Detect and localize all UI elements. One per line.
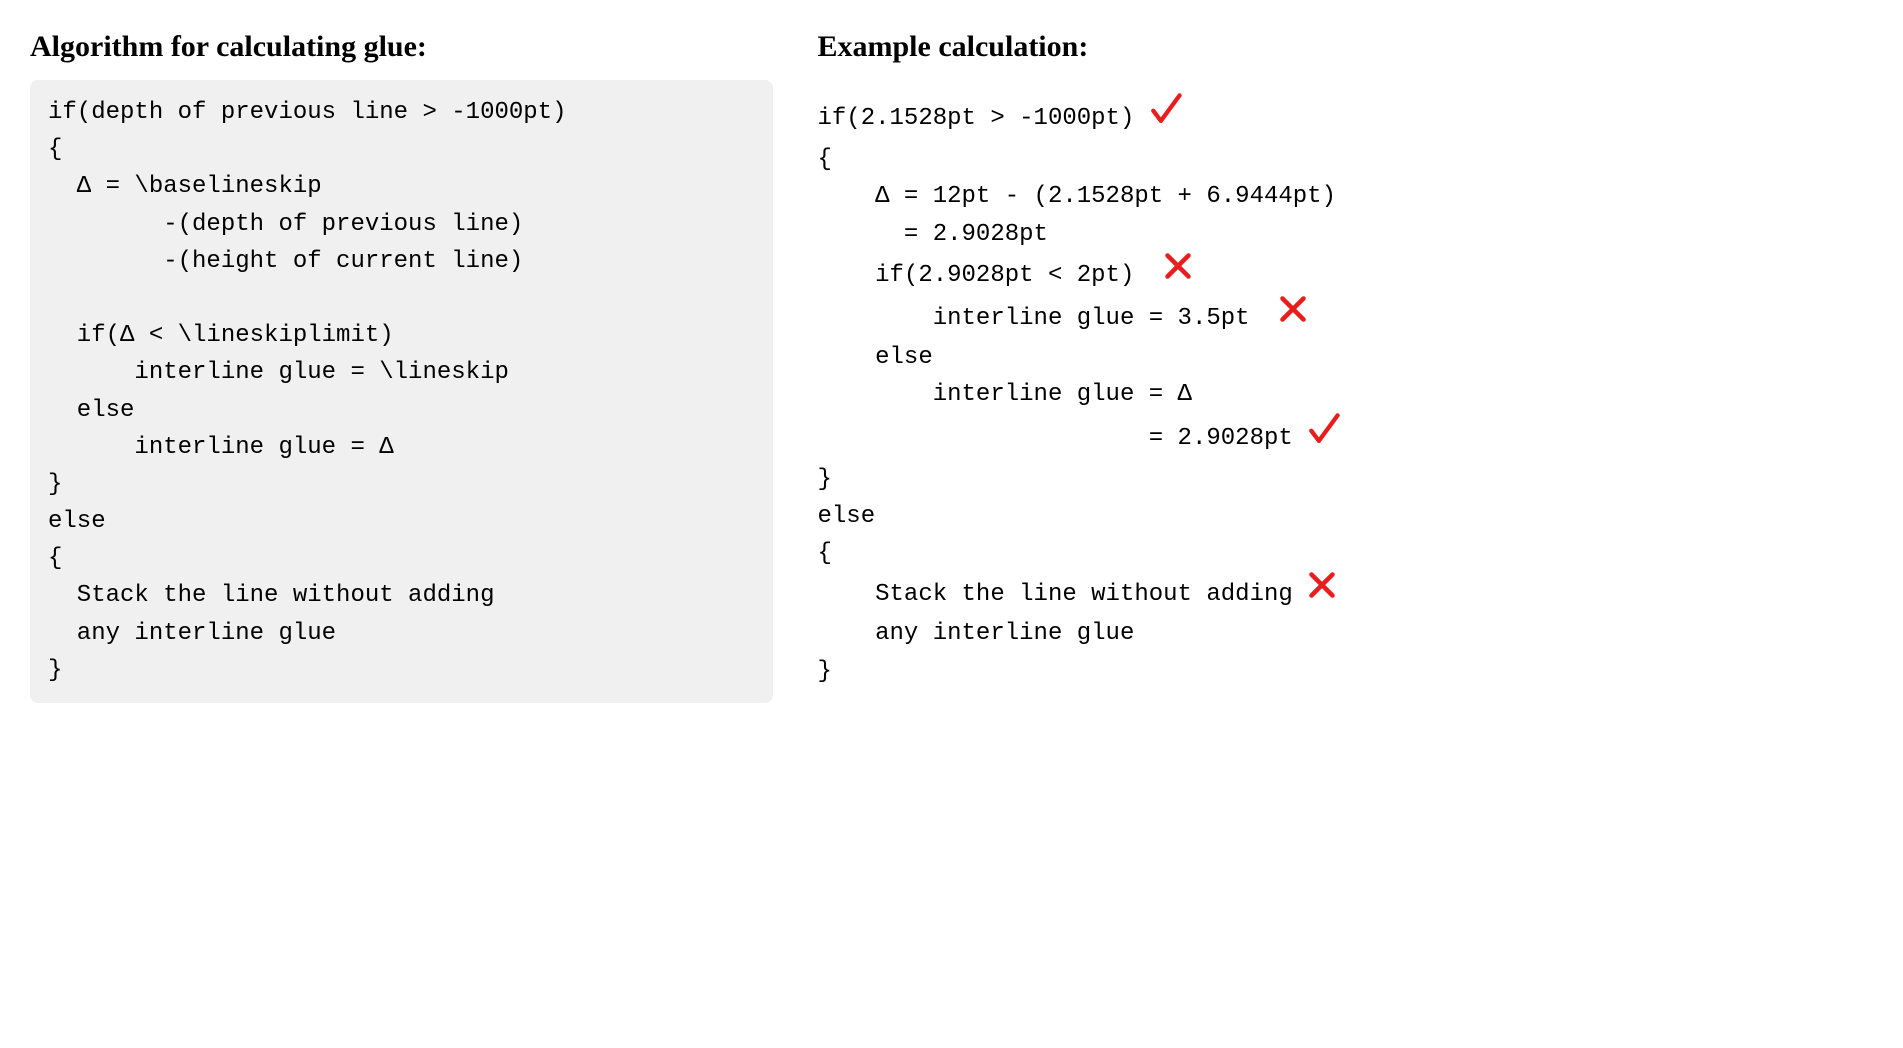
code-line: interline glue = 3.5pt (818, 305, 1279, 332)
code-line: else (48, 508, 106, 535)
left-column: Algorithm for calculating glue: if(depth… (30, 30, 773, 704)
check-icon (1307, 412, 1341, 459)
example-code: if(2.1528pt > -1000pt) { Δ = 12pt - (2.1… (818, 94, 1561, 690)
code-line: if(Δ < \lineskiplimit) (48, 322, 394, 349)
code-line: } (48, 471, 62, 498)
code-line: { (48, 545, 62, 572)
check-icon (1149, 92, 1183, 139)
code-line: interline glue = \lineskip (48, 359, 509, 386)
code-line: else (818, 503, 876, 530)
code-line: { (818, 540, 832, 567)
code-line: { (818, 146, 832, 173)
code-line: = 2.9028pt (818, 424, 1308, 451)
code-line: = 2.9028pt (818, 221, 1048, 248)
code-line: -(height of current line) (48, 248, 523, 275)
cross-icon (1278, 294, 1308, 337)
right-column: Example calculation: if(2.1528pt > -1000… (818, 30, 1561, 704)
code-line: Δ = \baselineskip (48, 173, 322, 200)
right-heading: Example calculation: (818, 30, 1561, 64)
cross-icon (1307, 570, 1337, 613)
code-line: } (48, 657, 62, 684)
code-line: Stack the line without adding (818, 581, 1308, 608)
left-heading: Algorithm for calculating glue: (30, 30, 773, 64)
code-line: interline glue = Δ (48, 434, 394, 461)
page: Algorithm for calculating glue: if(depth… (0, 0, 1590, 734)
code-line: } (818, 658, 832, 685)
code-line: else (818, 344, 933, 371)
code-line: if(2.1528pt > -1000pt) (818, 105, 1149, 132)
code-line: if(depth of previous line > -1000pt) (48, 99, 566, 126)
code-line: { (48, 136, 62, 163)
code-line: any interline glue (818, 620, 1135, 647)
algorithm-code-block: if(depth of previous line > -1000pt) { Δ… (30, 80, 773, 703)
code-line: Δ = 12pt - (2.1528pt + 6.9444pt) (818, 183, 1336, 210)
code-line: else (48, 397, 134, 424)
cross-icon (1163, 251, 1193, 294)
code-line: any interline glue (48, 620, 336, 647)
code-line: if(2.9028pt < 2pt) (818, 262, 1164, 289)
code-line: Stack the line without adding (48, 582, 494, 609)
example-code-block: if(2.1528pt > -1000pt) { Δ = 12pt - (2.1… (818, 80, 1561, 704)
code-line: interline glue = Δ (818, 381, 1192, 408)
code-line: } (818, 466, 832, 493)
algorithm-code: if(depth of previous line > -1000pt) { Δ… (48, 94, 755, 689)
code-line: -(depth of previous line) (48, 211, 523, 238)
